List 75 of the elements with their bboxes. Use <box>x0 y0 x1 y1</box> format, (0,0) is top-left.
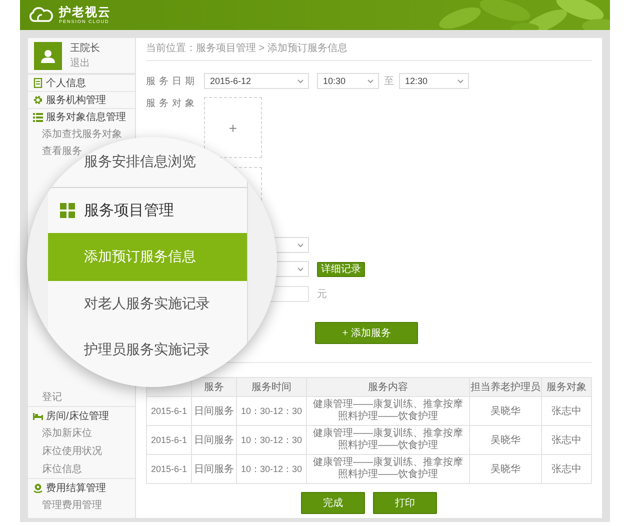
table-cell: 10：30-12：30 <box>236 454 306 484</box>
table-cell: 2015-6-1 <box>146 396 192 426</box>
person-icon <box>41 48 55 62</box>
table-cell: 10：30-12：30 <box>236 396 306 426</box>
list-icon <box>33 112 43 122</box>
menu-section-label: 服务机构管理 <box>46 94 106 107</box>
table-cell: 吴晓华 <box>470 426 542 454</box>
menu-item[interactable]: 床位使用状况 <box>28 442 135 460</box>
service-content-line: 照料护理——饮食护理 <box>338 440 438 451</box>
column-header: 服务内容 <box>306 378 470 396</box>
service-content-line: 照料护理——饮食护理 <box>338 411 438 422</box>
range-separator: 至 <box>384 75 394 88</box>
menu-section-label: 房间/床位管理 <box>46 410 109 422</box>
table-cell: 2015-6-1 <box>146 426 192 454</box>
field-label: 服务日期 <box>146 74 199 88</box>
column-header: 服务对象 <box>542 378 592 396</box>
breadcrumb: 当前位置：服务项目管理 > 添加预订服务信息 <box>146 38 592 61</box>
table-cell: 日间服务 <box>192 426 236 454</box>
table-cell: 张志中 <box>542 454 592 484</box>
menu-item[interactable]: 登记 <box>28 388 135 406</box>
menu-item[interactable]: 添加预订服务信息 <box>48 233 247 281</box>
time-select[interactable]: 12:30 <box>399 73 469 89</box>
menu-item[interactable]: 管理费用管理 <box>28 496 135 514</box>
service-content-line: 健康管理——康复训练、推拿按摩 <box>313 399 463 410</box>
chevron-icon <box>297 78 304 84</box>
table-cell: 张志中 <box>542 396 592 426</box>
menu-section[interactable]: 个人信息 <box>28 74 135 91</box>
menu-item[interactable]: 添加查找服务对象 <box>28 125 135 142</box>
menu-section[interactable]: 服务机构管理 <box>28 91 135 108</box>
table-cell: 张志中 <box>542 426 592 454</box>
add-service-button[interactable]: + 添加服务 <box>315 322 418 344</box>
menu-section-label: 服务对象信息管理 <box>46 110 126 124</box>
table-cell: 日间服务 <box>192 454 236 484</box>
table-cell: 日间服务 <box>192 396 236 426</box>
service-content-line: 照料护理——饮食护理 <box>338 469 438 480</box>
document-icon <box>33 78 43 88</box>
detail-button[interactable]: 详细记录 <box>317 262 365 276</box>
menu-item[interactable]: 护理员服务实施记录 <box>84 341 210 359</box>
chevron-icon <box>367 78 374 84</box>
menu-item[interactable]: 服务安排信息浏览 <box>84 153 196 171</box>
bed-icon <box>33 410 43 420</box>
grid-icon <box>60 203 75 218</box>
table-cell: 2015-6-1 <box>146 454 192 484</box>
user-name: 王院长 <box>70 42 100 55</box>
logo-title: 护老视云 <box>59 6 111 18</box>
menu-item[interactable]: 对老人服务实施记录 <box>84 295 210 313</box>
menu-item[interactable]: 床位信息 <box>28 460 135 478</box>
chevron-icon <box>297 242 304 248</box>
field-label: 服务对象 <box>146 97 199 110</box>
column-header: 服务时间 <box>236 378 306 396</box>
time-select[interactable]: 10:30 <box>317 73 379 89</box>
table-cell: 吴晓华 <box>470 454 542 484</box>
print-button[interactable]: 打印 <box>373 492 437 514</box>
table-cell: 吴晓华 <box>470 396 542 426</box>
service-content-line: 健康管理——康复训练、推拿按摩 <box>313 428 463 439</box>
menu-item[interactable]: 添加新床位 <box>28 424 135 442</box>
gear-icon <box>33 95 43 105</box>
menu-section[interactable]: 房间/床位管理 <box>28 406 135 424</box>
menu-section[interactable]: 服务对象信息管理 <box>28 108 135 125</box>
unit-label: 元 <box>317 288 327 301</box>
menu-section-label: 费用结算管理 <box>46 482 106 494</box>
table-cell: 10：30-12：30 <box>236 426 306 454</box>
menu-section-label: 个人信息 <box>46 76 86 90</box>
chevron-icon <box>457 78 464 84</box>
column-header: 服务 <box>192 378 236 396</box>
coin-icon <box>33 482 43 492</box>
column-header: 担当养老护理员 <box>470 378 542 396</box>
service-content-line: 健康管理——康复训练、推拿按摩 <box>313 457 463 468</box>
finish-button[interactable]: 完成 <box>301 492 365 514</box>
chevron-icon <box>297 266 304 272</box>
date-select[interactable]: 2015-6-12 <box>204 73 309 89</box>
logout-link[interactable]: 退出 <box>70 56 100 70</box>
cloud-logo-icon <box>28 7 54 23</box>
menu-section-label: 服务项目管理 <box>84 201 174 220</box>
menu-section[interactable]: 费用结算管理 <box>28 478 135 496</box>
